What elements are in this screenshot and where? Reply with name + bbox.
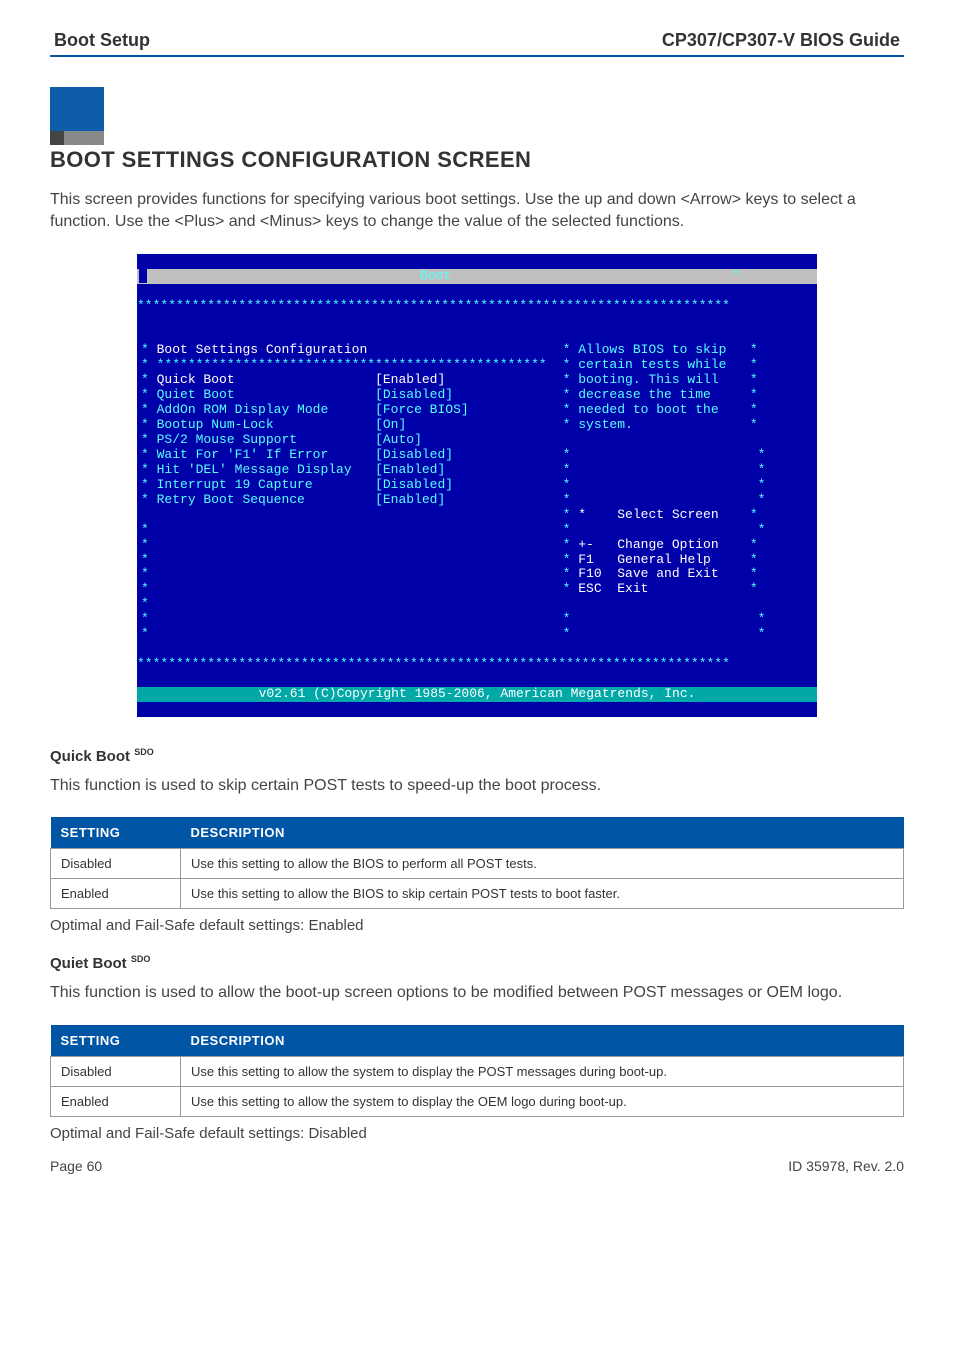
cell-setting: Enabled <box>51 1086 181 1116</box>
footer-left: Page 60 <box>50 1158 102 1174</box>
cell-desc: Use this setting to allow the system to … <box>181 1086 904 1116</box>
bios-setting-row: * Bootup Num-Lock [On] <box>141 418 555 433</box>
page-header: Boot Setup CP307/CP307-V BIOS Guide <box>50 30 904 51</box>
th-setting: SETTING <box>51 1025 181 1057</box>
bios-legend-line: * F10 Save and Exit * <box>563 567 813 582</box>
bios-legend-line: * +- Change Option * <box>563 538 813 553</box>
bios-setting-row: * Quick Boot [Enabled] <box>141 373 555 388</box>
bios-help-line: * certain tests while * <box>563 358 813 373</box>
bios-legend-line: * * Select Screen * <box>563 508 813 523</box>
bios-help-line: * system. * <box>563 418 813 433</box>
bios-setting-row: * Retry Boot Sequence [Enabled] <box>141 493 555 508</box>
cell-desc: Use this setting to allow the BIOS to sk… <box>181 879 904 909</box>
bios-setting-row: * PS/2 Mouse Support [Auto] <box>141 433 555 448</box>
bios-titlebar: Boot * <box>137 269 817 284</box>
bios-help-line: * Allows BIOS to skip * <box>563 343 813 358</box>
quiet-boot-table: SETTING DESCRIPTION DisabledUse this set… <box>50 1025 904 1117</box>
table-row: DisabledUse this setting to allow the BI… <box>51 849 904 879</box>
cell-desc: Use this setting to allow the system to … <box>181 1056 904 1086</box>
bios-help-line: * booting. This will * <box>563 373 813 388</box>
bios-heading: Boot Settings Configuration <box>157 342 368 357</box>
bios-setting-row: * Wait For 'F1' If Error [Disabled] <box>141 448 555 463</box>
bios-help-line: * decrease the time * <box>563 388 813 403</box>
bios-sub-border: ****************************************… <box>157 357 547 372</box>
quiet-boot-intro: This function is used to allow the boot-… <box>50 982 904 1004</box>
intro-text: This screen provides functions for speci… <box>50 189 904 234</box>
header-left: Boot Setup <box>54 30 150 51</box>
bios-legend-line: * ESC Exit * <box>563 582 813 597</box>
bios-copyright: v02.61 (C)Copyright 1985-2006, American … <box>137 687 817 702</box>
cell-desc: Use this setting to allow the BIOS to pe… <box>181 849 904 879</box>
bios-setting-row: * Hit 'DEL' Message Display [Enabled] <box>141 463 555 478</box>
table-row: EnabledUse this setting to allow the BIO… <box>51 879 904 909</box>
th-desc: DESCRIPTION <box>181 1025 904 1057</box>
bios-setting-row: * AddOn ROM Display Mode [Force BIOS] <box>141 403 555 418</box>
bios-screen: Boot * *********************************… <box>137 254 817 717</box>
cell-setting: Disabled <box>51 849 181 879</box>
quick-boot-default: Optimal and Fail-Safe default settings: … <box>50 917 904 934</box>
bios-setting-row: * Quiet Boot [Disabled] <box>141 388 555 403</box>
quick-boot-table: SETTING DESCRIPTION DisabledUse this set… <box>50 817 904 909</box>
brand-logo <box>50 87 130 147</box>
bios-help-line: * needed to boot the * <box>563 403 813 418</box>
cell-setting: Enabled <box>51 879 181 909</box>
quiet-boot-default: Optimal and Fail-Safe default settings: … <box>50 1125 904 1142</box>
th-desc: DESCRIPTION <box>181 817 904 849</box>
bios-title: Boot <box>420 268 451 283</box>
bios-border-top: ****************************************… <box>137 299 817 314</box>
bios-border-bot: ****************************************… <box>137 657 817 672</box>
bios-legend-line: * F1 General Help * <box>563 553 813 568</box>
bios-setting-row: * Interrupt 19 Capture [Disabled] <box>141 478 555 493</box>
section-title: BOOT SETTINGS CONFIGURATION SCREEN <box>50 147 904 173</box>
th-setting: SETTING <box>51 817 181 849</box>
page-footer: Page 60 ID 35978, Rev. 2.0 <box>50 1158 904 1174</box>
quick-boot-heading: Quick Boot SDO <box>50 747 904 765</box>
bios-legend-line: * * <box>563 523 813 538</box>
header-divider <box>50 55 904 57</box>
table-row: DisabledUse this setting to allow the sy… <box>51 1056 904 1086</box>
quick-boot-intro: This function is used to skip certain PO… <box>50 775 904 797</box>
header-right: CP307/CP307-V BIOS Guide <box>662 30 900 51</box>
cell-setting: Disabled <box>51 1056 181 1086</box>
table-row: EnabledUse this setting to allow the sys… <box>51 1086 904 1116</box>
quiet-boot-heading: Quiet Boot SDO <box>50 954 904 972</box>
footer-right: ID 35978, Rev. 2.0 <box>788 1158 904 1174</box>
